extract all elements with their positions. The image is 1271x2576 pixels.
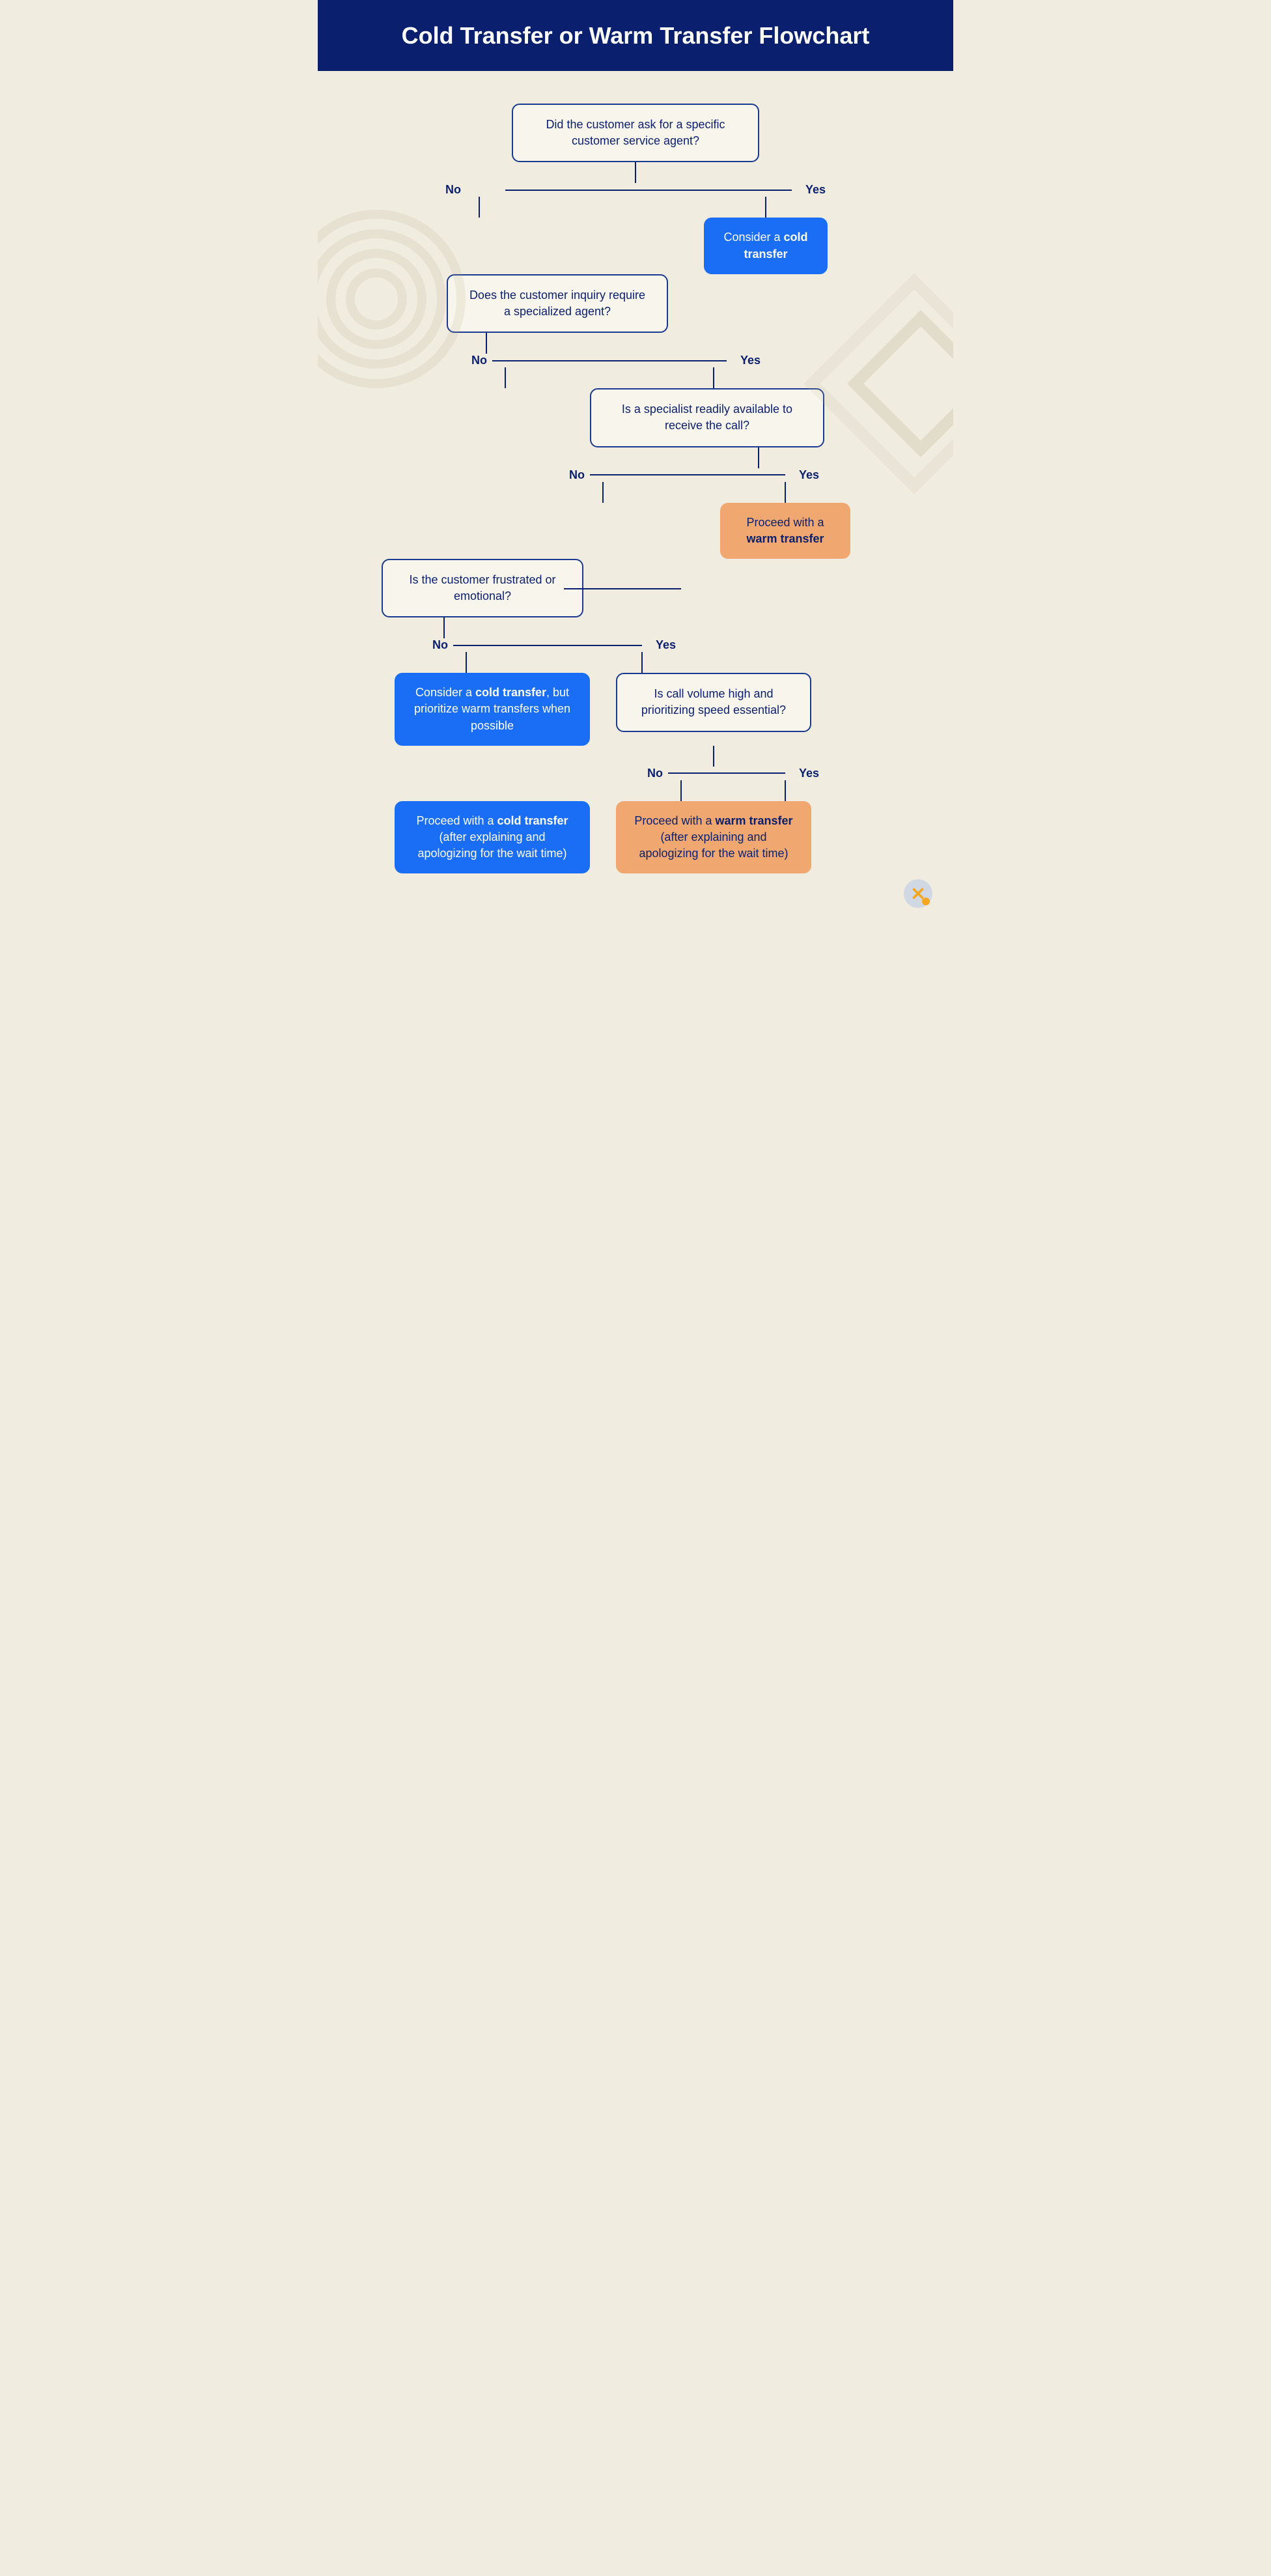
h-line-q2 <box>486 360 727 361</box>
line-q3-down <box>758 447 759 468</box>
q3-node: Is a specialist readily available to rec… <box>590 388 824 447</box>
q1-yes-label: Yes <box>800 183 831 197</box>
h-line-q1 <box>505 190 792 191</box>
x-logo-icon: ✕ <box>902 878 934 909</box>
warm-transfer-label-1: warm transfer <box>746 532 824 545</box>
q2-box: Does the customer inquiry require a spec… <box>447 274 668 333</box>
q4-yes-label: Yes <box>650 638 681 652</box>
line-q5-yes <box>785 780 786 801</box>
logo-x: ✕ <box>902 878 934 913</box>
line-q2-no <box>505 367 506 388</box>
q2-no-label: No <box>466 354 492 367</box>
q5-no-label: No <box>642 767 668 780</box>
line-q4-yes <box>641 652 643 673</box>
line-q4-down <box>443 617 445 638</box>
line-q1-no <box>479 197 480 218</box>
q1-no-label: No <box>440 183 466 197</box>
line-q3-yes <box>785 482 786 503</box>
q2-yes-label: Yes <box>735 354 766 367</box>
q3-yes-label: Yes <box>794 468 824 482</box>
q3-no-label: No <box>564 468 590 482</box>
q4-box: Is the customer frustrated or emotional? <box>382 559 583 617</box>
h-line-q3 <box>577 474 785 475</box>
header: Cold Transfer or Warm Transfer Flowchart <box>318 0 953 71</box>
q5-box: Is call volume high and prioritizing spe… <box>616 673 811 731</box>
q5-yes-label: Yes <box>794 767 824 780</box>
h-line-q4 <box>443 645 642 646</box>
q1-node: Did the customer ask for a specific cust… <box>512 104 759 162</box>
line-q2-yes <box>713 367 714 388</box>
result-cold-consider: Consider a cold transfer, but prioritize… <box>395 673 590 746</box>
h-line-q3-to-q4 <box>564 588 681 589</box>
q3-box: Is a specialist readily available to rec… <box>590 388 824 447</box>
q1-box: Did the customer ask for a specific cust… <box>512 104 759 162</box>
q2-node: Does the customer inquiry require a spec… <box>447 274 668 333</box>
line-q1-yes <box>765 197 766 218</box>
result-warm-final: Proceed with a warm transfer (after expl… <box>616 801 811 874</box>
flowchart-container: Did the customer ask for a specific cust… <box>318 71 953 926</box>
line-q2-down <box>486 333 487 354</box>
page-title: Cold Transfer or Warm Transfer Flowchart <box>357 21 914 50</box>
line-q1-down <box>635 162 636 183</box>
line-q5-no <box>680 780 682 801</box>
line-q4-no <box>466 652 467 673</box>
cold-transfer-label-1: cold transfer <box>744 231 807 260</box>
result-warm-1: Proceed with a warm transfer <box>720 503 850 559</box>
result-cold-transfer-1: Consider a cold transfer <box>704 218 828 274</box>
result-cold-final: Proceed with a cold transfer (after expl… <box>395 801 590 874</box>
line-q5-down <box>713 746 714 767</box>
q4-no-label: No <box>427 638 453 652</box>
line-q3-no <box>602 482 604 503</box>
h-line-q5 <box>655 772 785 774</box>
